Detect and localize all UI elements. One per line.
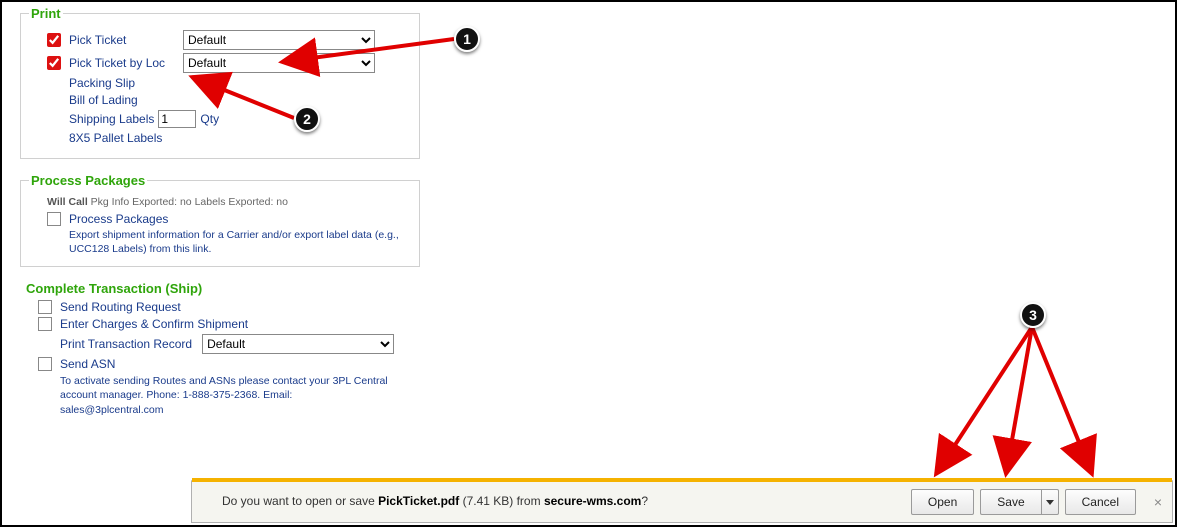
process-packages-desc: Export shipment information for a Carrie… <box>69 229 411 256</box>
bill-of-lading-link[interactable]: Bill of Lading <box>69 93 138 107</box>
process-packages-checkbox[interactable] <box>47 212 61 226</box>
process-packages-label: Process Packages <box>69 212 168 226</box>
qty-label: Qty <box>200 112 219 126</box>
chevron-down-icon <box>1046 500 1054 505</box>
pick-ticket-loc-checkbox[interactable] <box>47 56 61 70</box>
download-host: secure-wms.com <box>544 494 641 508</box>
contact-info: To activate sending Routes and ASNs plea… <box>60 374 390 417</box>
will-call-label: Will Call <box>47 196 88 208</box>
enter-charges-checkbox[interactable] <box>38 317 52 331</box>
print-legend: Print <box>29 6 63 21</box>
pick-ticket-select[interactable]: Default <box>183 30 375 50</box>
pick-ticket-loc-select[interactable]: Default <box>183 53 375 73</box>
pallet-labels-link[interactable]: 8X5 Pallet Labels <box>69 131 162 145</box>
cancel-button[interactable]: Cancel <box>1065 489 1136 515</box>
download-prompt: Do you want to open or save PickTicket.p… <box>222 494 648 508</box>
print-transaction-label: Print Transaction Record <box>60 337 192 351</box>
pick-ticket-loc-label: Pick Ticket by Loc <box>69 56 179 70</box>
callout-2: 2 <box>294 106 320 132</box>
save-split-button: Save <box>980 489 1058 515</box>
pkg-status-text: Pkg Info Exported: no Labels Exported: n… <box>88 196 288 208</box>
enter-charges-label: Enter Charges & Confirm Shipment <box>60 317 248 331</box>
shipping-labels-label: Shipping Labels <box>69 112 154 126</box>
send-routing-label: Send Routing Request <box>60 300 181 314</box>
pick-ticket-label: Pick Ticket <box>69 33 179 47</box>
print-transaction-select[interactable]: Default <box>202 334 394 354</box>
pick-ticket-checkbox[interactable] <box>47 33 61 47</box>
send-asn-label: Send ASN <box>60 357 115 371</box>
process-packages-section: Process Packages Will Call Pkg Info Expo… <box>20 173 420 267</box>
complete-legend: Complete Transaction (Ship) <box>24 281 420 296</box>
save-dropdown-button[interactable] <box>1041 489 1059 515</box>
close-icon[interactable]: × <box>1154 494 1162 510</box>
packing-slip-link[interactable]: Packing Slip <box>69 76 135 90</box>
download-bar: Do you want to open or save PickTicket.p… <box>191 481 1173 523</box>
send-asn-checkbox[interactable] <box>38 357 52 371</box>
download-filename: PickTicket.pdf <box>378 494 459 508</box>
callout-3: 3 <box>1020 302 1046 328</box>
shipping-labels-qty-input[interactable] <box>158 110 196 128</box>
callout-1: 1 <box>454 26 480 52</box>
save-button[interactable]: Save <box>980 489 1040 515</box>
process-packages-legend: Process Packages <box>29 173 147 188</box>
open-button[interactable]: Open <box>911 489 974 515</box>
send-routing-checkbox[interactable] <box>38 300 52 314</box>
print-section: Print Pick Ticket Default Pick Ticket by… <box>20 6 420 159</box>
notification-stripe <box>192 478 1172 482</box>
